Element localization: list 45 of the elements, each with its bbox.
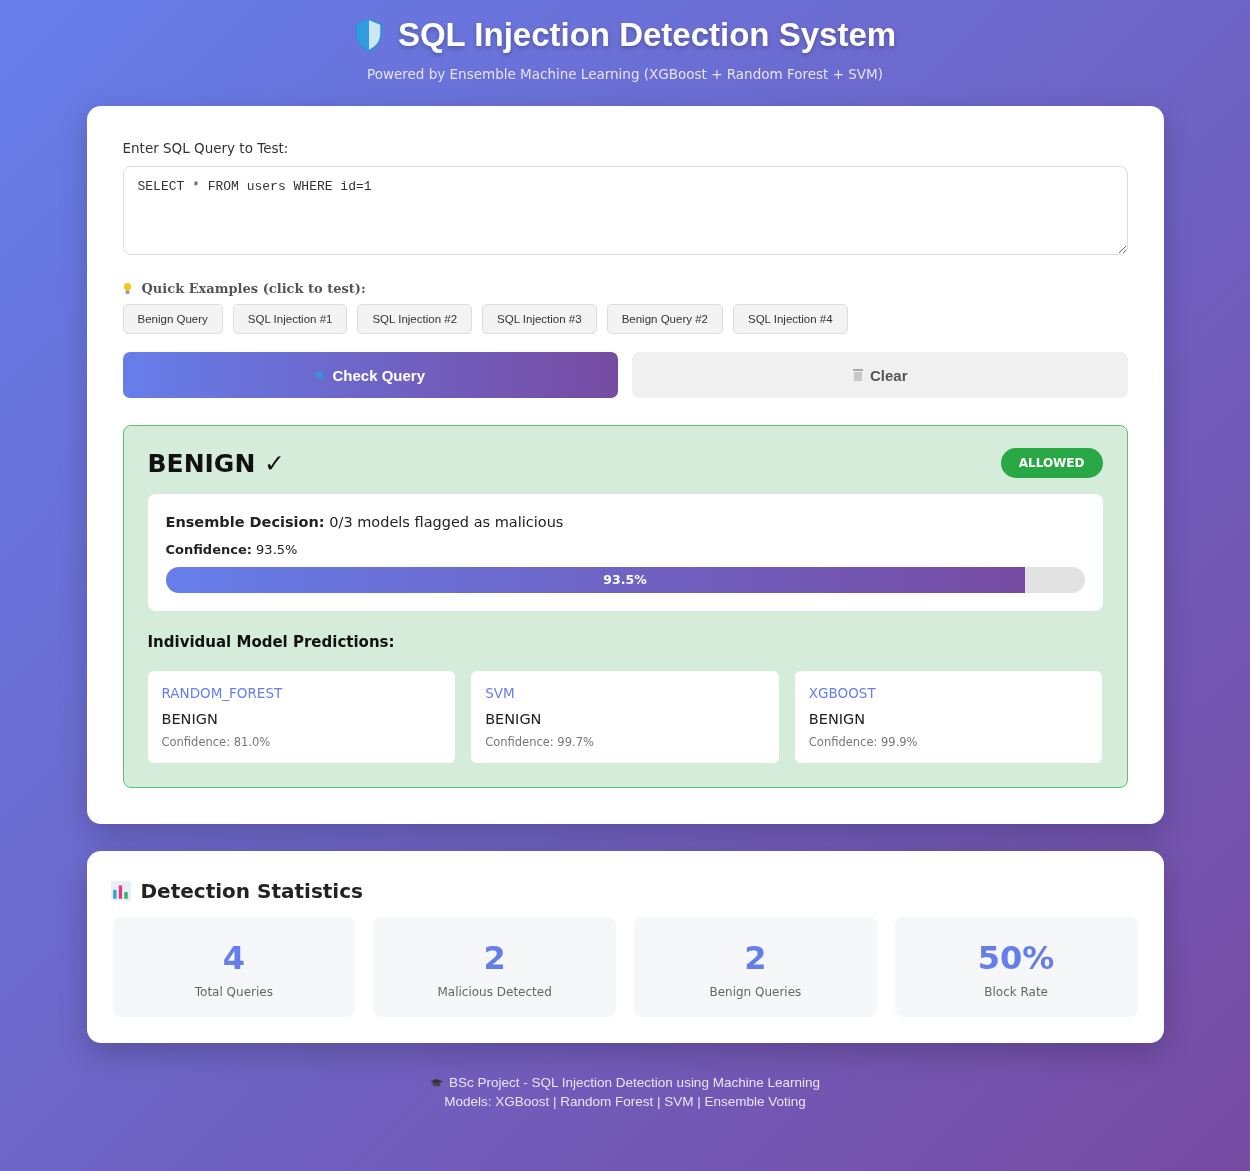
example-button[interactable]: SQL Injection #4 [732, 304, 848, 334]
example-button[interactable]: SQL Injection #1 [232, 304, 348, 334]
shield-icon [353, 18, 384, 52]
stat-value: 2 [743, 939, 768, 977]
examples-label: Quick Examples (click to test): [141, 281, 366, 296]
model-prediction: BENIGN [485, 711, 543, 727]
models-heading: Individual Model Predictions: [147, 633, 396, 651]
clear-button[interactable]: Clear [632, 352, 1128, 398]
status-badge: ALLOWED [1000, 448, 1103, 478]
bar-chart-icon [110, 881, 131, 901]
model-confidence: Confidence: 81.0% [161, 735, 272, 749]
page-title: SQL Injection Detection System [397, 16, 897, 54]
model-prediction: BENIGN [161, 711, 219, 727]
trash-icon [852, 368, 864, 382]
query-input[interactable]: SELECT * FROM users WHERE id=1 [122, 166, 1128, 255]
model-confidence: Confidence: 99.9% [808, 735, 919, 749]
confidence-text: Confidence: 93.5% [165, 542, 299, 557]
example-button[interactable]: SQL Injection #2 [357, 304, 473, 334]
stat-label: Benign Queries [708, 985, 803, 999]
search-icon [315, 369, 327, 381]
model-name: SVM [485, 685, 516, 701]
graduation-cap-icon [430, 1078, 443, 1087]
check-query-button[interactable]: Check Query [122, 352, 618, 398]
model-name: XGBOOST [808, 685, 877, 701]
query-label: Enter SQL Query to Test: [122, 140, 290, 156]
footer-text: BSc Project - SQL Injection Detection using Machine Learning [449, 1074, 820, 1092]
page-subtitle: Powered by Ensemble Machine Learning (XGBoost + Random Forest + SVM) [366, 66, 884, 82]
model-prediction: BENIGN [808, 711, 867, 727]
statistics-title: Detection Statistics [140, 879, 363, 903]
footer-text: Models: XGBoost | Random Forest | SVM | Ensemble Voting [444, 1093, 806, 1111]
stat-value: 4 [221, 939, 246, 977]
example-button[interactable]: SQL Injection #3 [482, 304, 597, 334]
ensemble-decision: Ensemble Decision: 0/3 models flagged as malicious [165, 514, 565, 530]
stat-label: Block Rate [983, 985, 1049, 999]
stat-value: 50% [976, 939, 1056, 977]
model-confidence: Confidence: 99.7% [485, 735, 595, 749]
stat-label: Malicious Detected [436, 985, 553, 999]
example-button[interactable]: Benign Query [122, 304, 223, 334]
stat-value: 2 [482, 939, 507, 977]
model-name: RANDOM_FOREST [161, 685, 284, 701]
example-button[interactable]: Benign Query #2 [606, 304, 723, 334]
result-title: BENIGN ✓ [147, 448, 285, 478]
lightbulb-icon [122, 282, 132, 295]
stat-label: Total Queries [193, 985, 274, 999]
confidence-value: 93.5% [602, 571, 648, 589]
